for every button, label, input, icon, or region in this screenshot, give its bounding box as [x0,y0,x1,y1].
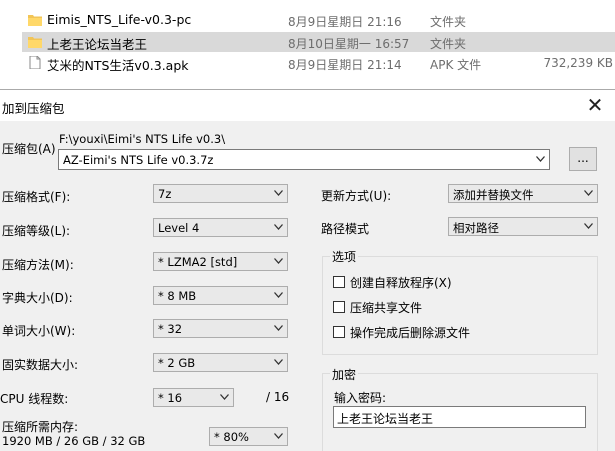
chevron-down-icon [536,156,545,162]
add-to-archive-dialog: 加到压缩包 ✕ 压缩包(A) F:\youxi\Eimi's NTS Life … [0,89,615,451]
chevron-down-icon [274,292,283,298]
update-mode-select[interactable]: 添加并替换文件 [448,184,598,203]
encryption-group-title: 加密 [330,366,359,383]
path-mode-select[interactable]: 相对路径 [448,217,598,236]
chevron-down-icon [274,258,283,264]
file-date: 8月9日星期日 21:16 [288,15,402,29]
archive-name-combobox[interactable]: AZ-Eimi's NTS Life v0.3.7z [58,149,550,170]
close-icon[interactable]: ✕ [583,95,607,115]
format-label: 压缩格式(F): [2,190,71,204]
sfx-checkbox[interactable] [333,276,345,288]
browse-button-label: ... [577,151,589,165]
method-select[interactable]: * LZMA2 [std] [153,252,288,271]
path-mode-label: 路径模式 [321,222,370,236]
cpu-threads-select[interactable]: * 16 [153,388,234,407]
format-value: 7z [158,187,172,201]
options-group-title: 选项 [330,248,359,265]
memory-usage-select[interactable]: * 80% [209,427,288,446]
chevron-down-icon [274,224,283,230]
memory-detail: 1920 MB / 26 GB / 32 GB [2,434,146,448]
chevron-down-icon [274,433,283,439]
password-input[interactable]: 上老王论坛当老王 [333,406,586,428]
chevron-down-icon [584,190,593,196]
cpu-threads-max: / 16 [266,390,290,404]
chevron-down-icon [274,359,283,365]
archive-label: 压缩包(A) [2,142,56,156]
file-row-apk[interactable]: 艾米的NTS生活v0.3.apk 8月9日星期日 21:14 APK 文件 73… [22,53,615,73]
dialog-titlebar[interactable]: 加到压缩包 ✕ [0,90,615,121]
chevron-down-icon [274,190,283,196]
dialog-title: 加到压缩包 [2,101,65,116]
password-value: 上老王论坛当老王 [337,412,434,426]
memory-label: 压缩所需内存: [2,420,79,434]
cpu-threads-value: * 16 [158,391,183,405]
archive-path: F:\youxi\Eimi's NTS Life v0.3\ [59,132,226,146]
level-select[interactable]: Level 4 [153,218,288,237]
password-label: 输入密码: [334,391,387,405]
chevron-down-icon [220,394,229,400]
file-type: 文件夹 [430,37,467,51]
file-name: Eimis_NTS_Life-v0.3-pc [47,12,192,27]
solid-block-value: * 2 GB [158,356,196,370]
file-name: 艾米的NTS生活v0.3.apk [47,58,189,73]
memory-usage-value: * 80% [214,430,249,444]
update-mode-value: 添加并替换文件 [453,188,534,202]
solid-block-label: 固实数据大小: [2,358,79,372]
shared-files-checkbox[interactable] [333,301,345,313]
file-icon [29,56,41,69]
folder-icon [28,37,42,48]
level-label: 压缩等级(L): [2,224,71,238]
update-mode-label: 更新方式(U): [321,189,392,203]
browse-button[interactable]: ... [569,147,597,171]
word-size-value: * 32 [158,322,183,336]
dictionary-value: * 8 MB [158,289,197,303]
file-date: 8月9日星期日 21:14 [288,58,402,72]
word-size-label: 单词大小(W): [2,324,76,338]
file-date: 8月10日星期一 16:57 [288,37,410,51]
file-row-folder-pc[interactable]: Eimis_NTS_Life-v0.3-pc 8月9日星期日 21:16 文件夹 [22,10,615,30]
dictionary-label: 字典大小(D): [2,291,73,305]
file-name: 上老王论坛当老王 [47,37,148,52]
sfx-checkbox-label: 创建自释放程序(X) [350,276,452,290]
method-label: 压缩方法(M): [2,258,74,272]
cpu-threads-label: CPU 线程数: [0,392,69,406]
delete-source-checkbox-label: 操作完成后删除源文件 [350,326,471,340]
level-value: Level 4 [158,221,200,235]
file-type: 文件夹 [430,15,467,29]
folder-icon [28,15,42,26]
file-size: 732,239 KB [543,56,613,70]
dictionary-select[interactable]: * 8 MB [153,286,288,305]
chevron-down-icon [584,223,593,229]
shared-files-checkbox-label: 压缩共享文件 [350,301,423,315]
chevron-down-icon [274,325,283,331]
method-value: * LZMA2 [std] [158,255,238,269]
archive-name-value: AZ-Eimi's NTS Life v0.3.7z [63,153,214,167]
file-type: APK 文件 [430,58,482,72]
path-mode-value: 相对路径 [453,221,499,235]
solid-block-select[interactable]: * 2 GB [153,353,288,372]
format-select[interactable]: 7z [153,184,288,203]
delete-source-checkbox[interactable] [333,326,345,338]
word-size-select[interactable]: * 32 [153,319,288,338]
file-row-folder-selected[interactable]: 上老王论坛当老王 8月10日星期一 16:57 文件夹 [22,32,615,52]
